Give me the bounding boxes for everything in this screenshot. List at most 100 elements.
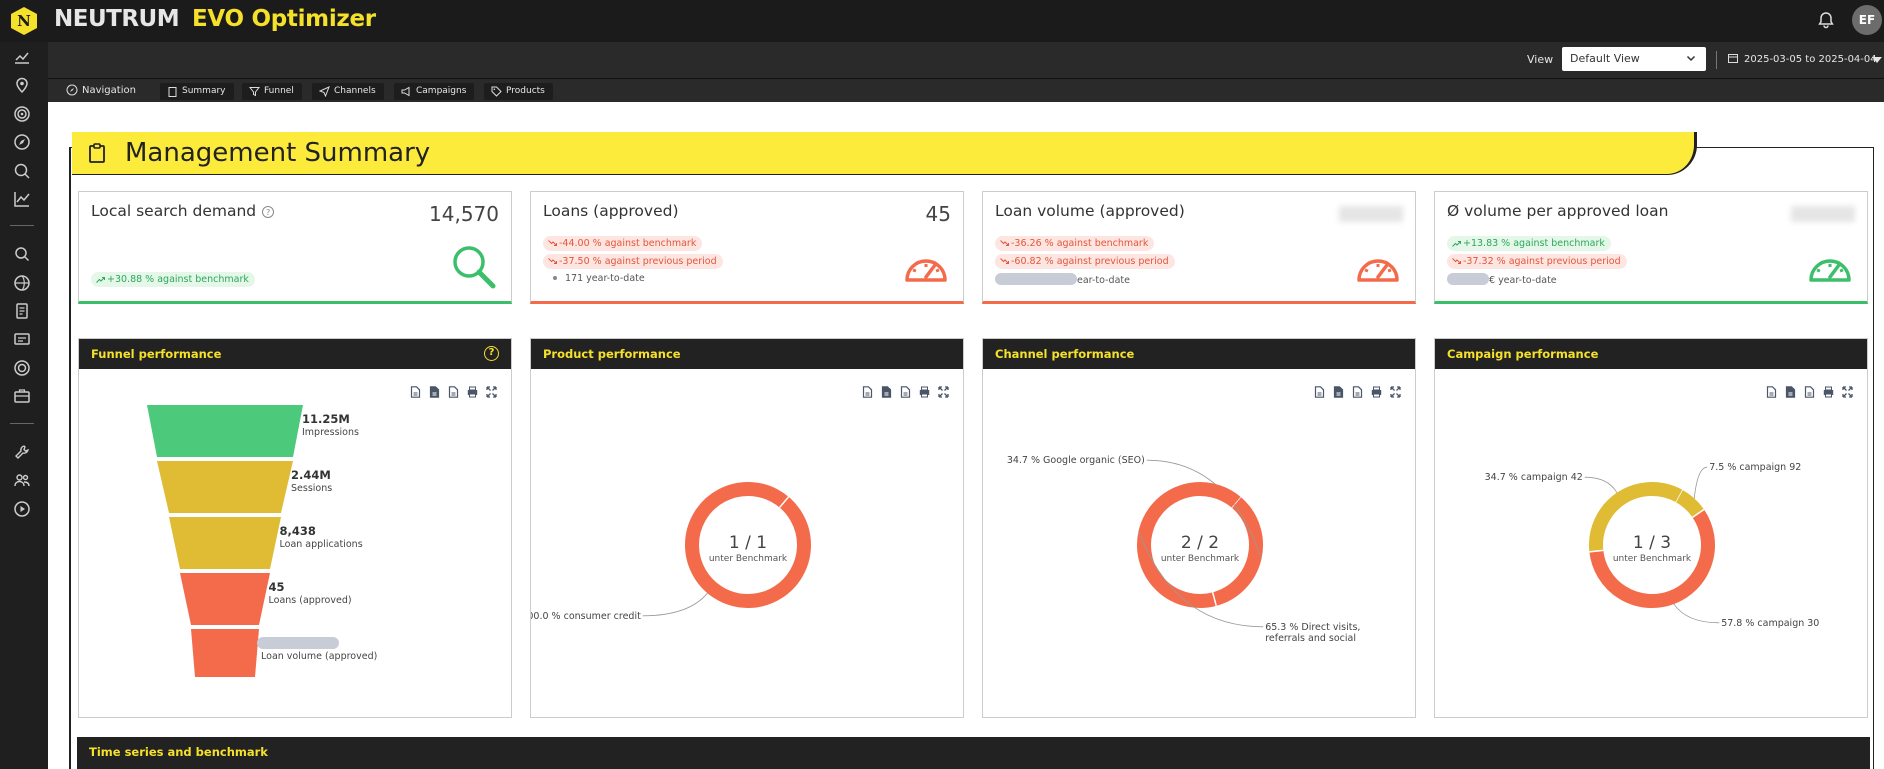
- chevron-down-icon: [1686, 55, 1696, 62]
- donut-center-label: unter Benchmark: [1161, 554, 1240, 564]
- target-icon[interactable]: [13, 105, 31, 123]
- left-sidebar: [0, 42, 48, 769]
- trend-up-icon: [96, 277, 105, 283]
- panel-product: Product performance 100.0 % consumer cre…: [530, 338, 964, 718]
- search-icon[interactable]: [13, 245, 31, 263]
- panel-header: Campaign performance: [1435, 339, 1867, 369]
- kpi-badge: -36.26 % against benchmark: [995, 236, 1155, 251]
- tag-icon: [491, 86, 502, 97]
- kpi-value-redacted: [1339, 206, 1403, 222]
- kpi-badge: -37.50 % against previous period: [543, 254, 723, 269]
- section-nav: Navigation Summary Funnel Channels Campa…: [48, 78, 1884, 102]
- kpi-badge: -37.32 % against previous period: [1447, 254, 1627, 269]
- panel-campaign: Campaign performance 7.5 % campaign 92 57…: [1434, 338, 1868, 718]
- funnel-segment[interactable]: [157, 461, 293, 513]
- nav-tab-label: Campaigns: [416, 86, 467, 96]
- kpi-card-local-search: Local search demand? 14,570 +30.88 % aga…: [78, 191, 512, 304]
- donut-slice-label: 100.0 % consumer credit: [531, 611, 641, 622]
- date-range-text: 2025-03-05 to 2025-04-04: [1744, 54, 1877, 65]
- wrench-icon[interactable]: [13, 443, 31, 461]
- kpi-title: Loan volume (approved): [995, 202, 1185, 220]
- panel-title: Channel performance: [995, 347, 1135, 361]
- funnel-category-label: Loans (approved): [269, 595, 352, 606]
- help-icon[interactable]: ?: [262, 206, 275, 218]
- help-icon[interactable]: ?: [484, 346, 499, 361]
- panel-funnel: Funnel performance ? 11.25M Impressions 2.…: [78, 338, 512, 718]
- nav-tab-summary[interactable]: Summary: [160, 83, 234, 100]
- neutrum-logo-icon[interactable]: N: [11, 7, 37, 35]
- date-range-picker[interactable]: 2025-03-05 to 2025-04-04: [1728, 53, 1877, 65]
- funnel-segment[interactable]: [191, 629, 259, 677]
- navigation-toggle[interactable]: Navigation: [66, 84, 136, 96]
- donut-center-value: 1 / 1: [729, 533, 767, 553]
- nav-tab-label: Channels: [334, 86, 376, 96]
- donut-center-value: 2 / 2: [1181, 533, 1219, 553]
- trend-up-icon: [1452, 241, 1461, 247]
- nav-tab-label: Funnel: [264, 86, 294, 96]
- panel-title: Product performance: [543, 347, 681, 361]
- search-analytics-icon[interactable]: [13, 162, 31, 180]
- funnel-value-label: 11.25M: [302, 412, 350, 426]
- funnel-category-label: Impressions: [302, 427, 359, 438]
- kpi-title: Local search demand?: [91, 202, 275, 220]
- location-pin-icon[interactable]: [13, 76, 31, 94]
- donut-slice-label: 7.5 % campaign 92: [1709, 462, 1801, 473]
- trend-icon[interactable]: [13, 190, 31, 208]
- funnel-segment[interactable]: [180, 573, 270, 625]
- document-icon[interactable]: [13, 302, 31, 320]
- funnel-segment[interactable]: [147, 405, 303, 457]
- kpi-title: Loans (approved): [543, 202, 679, 220]
- panel-title: Funnel performance: [91, 347, 222, 361]
- nav-tab-campaigns[interactable]: Campaigns: [394, 83, 475, 100]
- panel-header: Channel performance: [983, 339, 1415, 369]
- channel-donut-chart: 34.7 % Google organic (SEO) 65.3 % Direct…: [1007, 455, 1361, 644]
- kpi-title: Ø volume per approved loan: [1447, 202, 1669, 220]
- speedometer-icon: [1357, 259, 1399, 282]
- kpi-ytd: ear-to-date: [995, 273, 1130, 286]
- clipboard-icon: [168, 87, 177, 97]
- panel-time-series: Time series and benchmark: [77, 737, 1870, 769]
- donut-slice[interactable]: [1675, 489, 1705, 518]
- list-card-icon[interactable]: [13, 330, 31, 348]
- view-label: View: [1527, 53, 1554, 66]
- chart-line-icon[interactable]: [13, 48, 31, 66]
- view-select[interactable]: Default View: [1562, 47, 1706, 71]
- briefcase-icon[interactable]: [13, 387, 31, 405]
- user-avatar[interactable]: EF: [1852, 5, 1882, 35]
- nav-tab-label: Summary: [182, 86, 226, 96]
- play-circle-icon[interactable]: [13, 500, 31, 518]
- nav-tab-channels[interactable]: Channels: [312, 83, 384, 100]
- funnel-category-label: Loan applications: [280, 539, 363, 550]
- users-icon[interactable]: [13, 471, 31, 489]
- kpi-card-loan-volume: Loan volume (approved) -36.26 % against …: [982, 191, 1416, 304]
- donut-slice[interactable]: [1212, 496, 1263, 606]
- kpi-ytd: 171 year-to-date: [543, 273, 645, 284]
- bell-icon[interactable]: [1816, 10, 1836, 30]
- donut-center-label: unter Benchmark: [709, 554, 788, 564]
- campaign-donut-chart: 7.5 % campaign 92 57.8 % campaign 30 34.7 …: [1485, 462, 1820, 629]
- goal-icon[interactable]: [13, 359, 31, 377]
- kpi-ytd: € year-to-date: [1447, 273, 1557, 286]
- sidebar-divider: [10, 225, 34, 226]
- funnel-segment[interactable]: [169, 517, 281, 569]
- compass-icon: [66, 84, 78, 96]
- summary-banner: Management Summary: [72, 132, 1697, 175]
- filter-icon: [249, 87, 260, 97]
- nav-tab-funnel[interactable]: Funnel: [242, 83, 302, 100]
- compass-icon[interactable]: [13, 133, 31, 151]
- send-icon: [319, 86, 330, 97]
- panel-title: Time series and benchmark: [89, 745, 268, 759]
- funnel-chart: 11.25MImpressions2.44MSessions8,438Loan …: [147, 405, 377, 677]
- globe-icon[interactable]: [13, 274, 31, 292]
- donut-slice-label: 34.7 % Google organic (SEO): [1007, 455, 1145, 466]
- donut-center-value: 1 / 3: [1633, 533, 1671, 553]
- trend-down-icon: [548, 240, 557, 246]
- donut-slice-label: 65.3 % Direct visits,: [1265, 622, 1360, 633]
- trend-down-icon: [548, 258, 557, 264]
- panel-title: Campaign performance: [1447, 347, 1599, 361]
- clipboard-icon: [89, 143, 105, 163]
- magnifier-icon: [453, 246, 496, 289]
- speedometer-icon: [1809, 259, 1851, 282]
- nav-tab-products[interactable]: Products: [484, 83, 553, 100]
- date-range-dropdown-icon[interactable]: [1872, 57, 1882, 63]
